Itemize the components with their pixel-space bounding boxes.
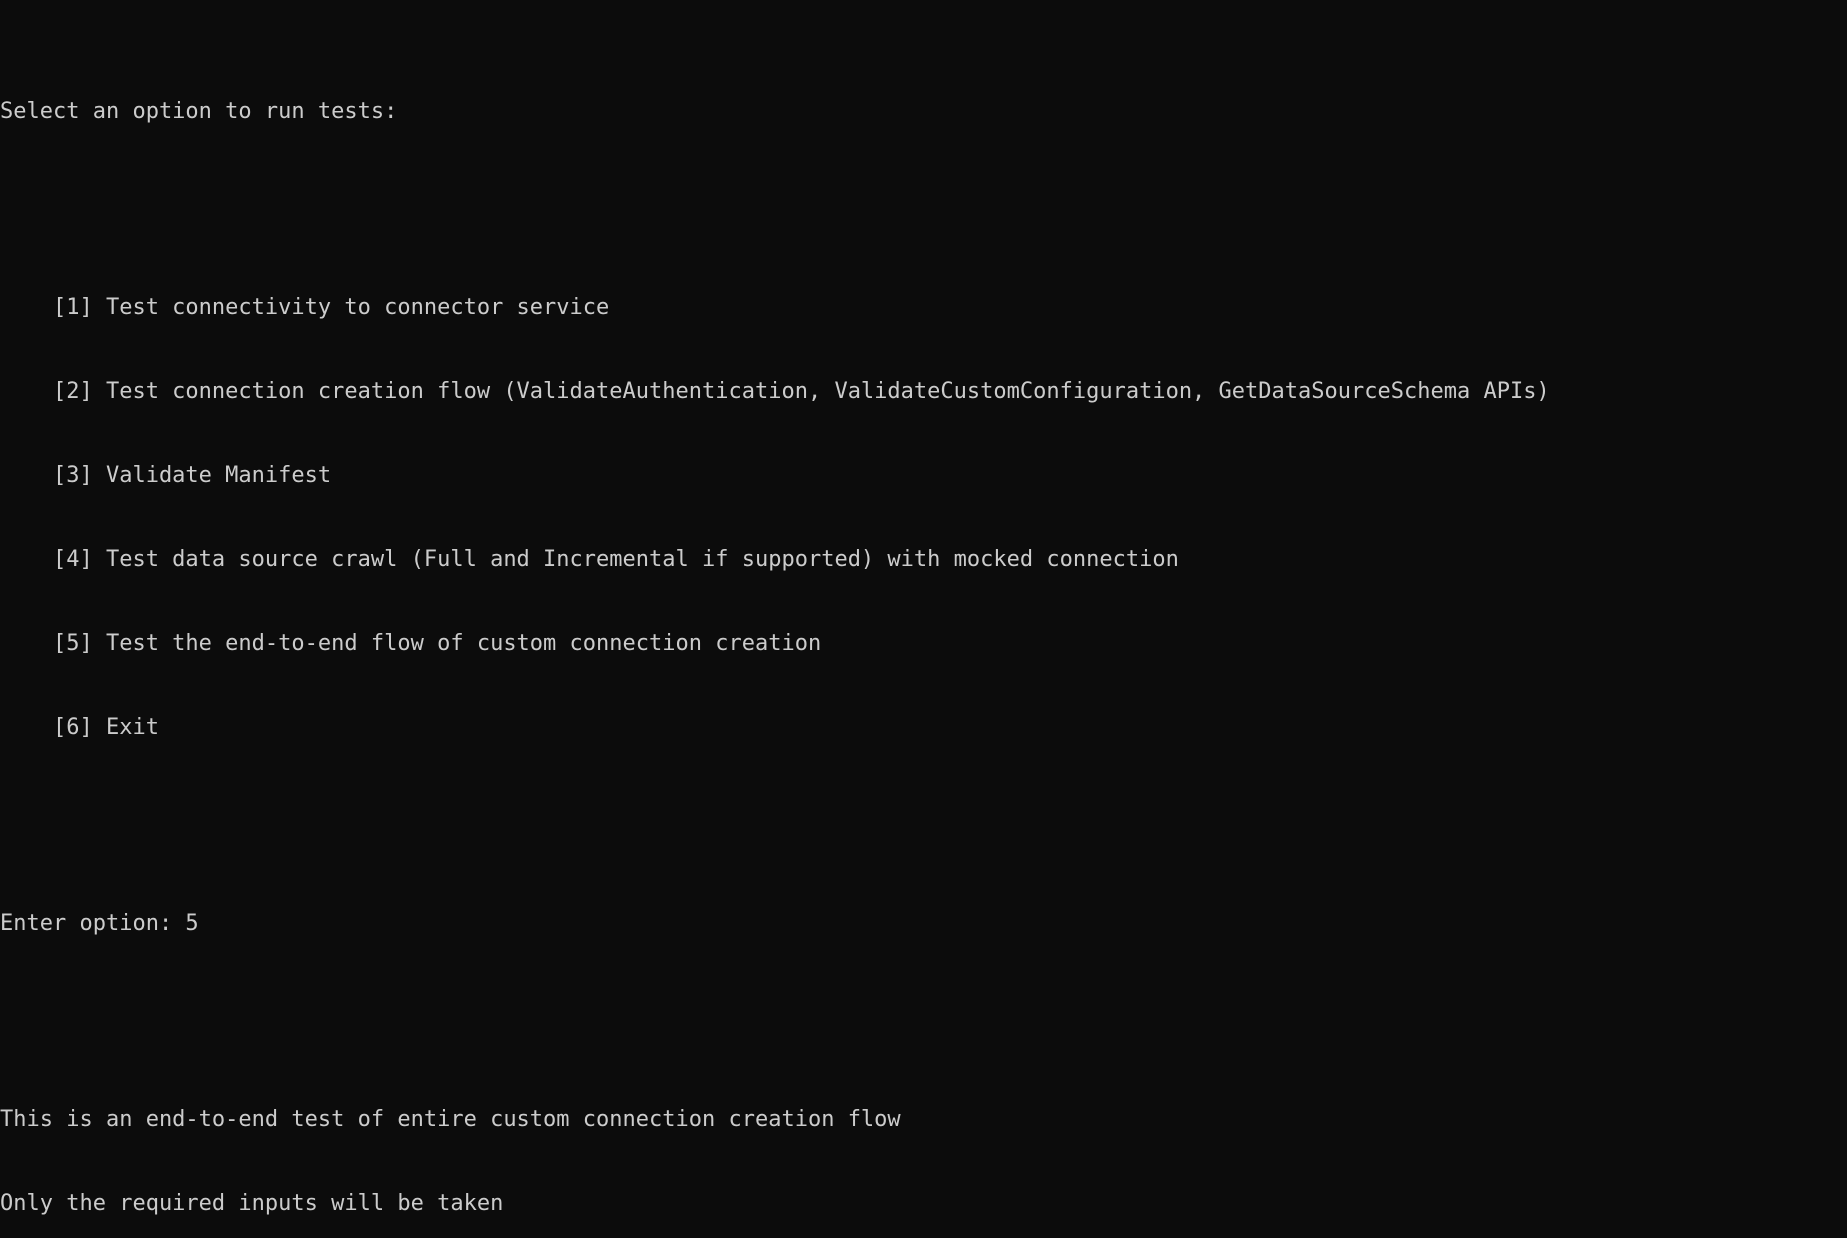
menu-item-4[interactable]: [4] Test data source crawl (Full and Inc…: [0, 546, 1847, 574]
menu-item-3[interactable]: [3] Validate Manifest: [0, 462, 1847, 490]
menu-item-6[interactable]: [6] Exit: [0, 714, 1847, 742]
description-line-1: This is an end-to-end test of entire cus…: [0, 1107, 901, 1132]
terminal-output[interactable]: Select an option to run tests: [1] Test …: [0, 0, 1847, 1238]
menu-item-2[interactable]: [2] Test connection creation flow (Valid…: [0, 378, 1847, 406]
description-line-2: Only the required inputs will be taken: [0, 1191, 504, 1216]
menu-header: Select an option to run tests:: [0, 99, 398, 124]
menu-item-5[interactable]: [5] Test the end-to-end flow of custom c…: [0, 630, 1847, 658]
menu-item-1[interactable]: [1] Test connectivity to connector servi…: [0, 294, 1847, 322]
option-prompt-line[interactable]: Enter option: 5: [0, 910, 1847, 938]
